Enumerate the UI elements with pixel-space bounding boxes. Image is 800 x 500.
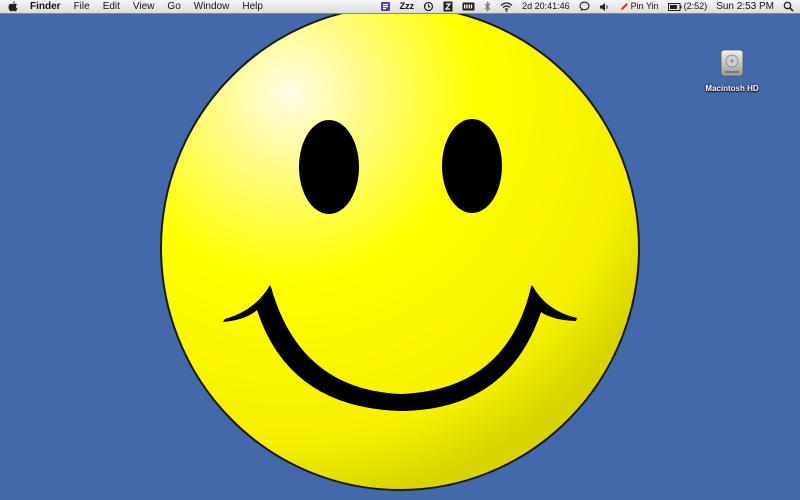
battery-strip-icon[interactable] [462, 2, 475, 11]
menu-go[interactable]: Go [167, 0, 180, 13]
menu-bar: Finder File Edit View Go Window Help Zzz [0, 0, 800, 14]
clock[interactable]: Sun 2:53 PM [716, 0, 774, 13]
menu-app-name[interactable]: Finder [30, 0, 61, 13]
left-eye [299, 120, 359, 214]
chat-icon[interactable] [579, 1, 590, 12]
uptime-label[interactable]: 2d 20:41:46 [522, 0, 570, 13]
desktop[interactable]: Finder File Edit View Go Window Help Zzz [0, 0, 800, 500]
spotlight-icon[interactable] [783, 1, 794, 12]
input-pencil-icon [619, 2, 628, 11]
menu-extra-icon[interactable] [380, 1, 391, 12]
desktop-icon-macintosh-hd[interactable]: Macintosh HD [700, 48, 764, 96]
sleep-icon[interactable]: Zzz [400, 0, 415, 13]
battery-menu[interactable]: (2:52) [667, 0, 708, 13]
apple-icon[interactable] [8, 1, 18, 12]
battery-icon [667, 2, 682, 11]
menu-file[interactable]: File [74, 0, 90, 13]
menu-edit[interactable]: Edit [103, 0, 120, 13]
smiley-wallpaper [160, 5, 640, 491]
battery-time: (2:52) [683, 1, 708, 11]
right-eye [442, 119, 502, 213]
volume-icon[interactable] [599, 2, 610, 12]
smiley-face [160, 5, 640, 491]
input-method-label: Pin Yin [630, 1, 659, 11]
time-machine-icon[interactable] [423, 1, 434, 12]
menu-view[interactable]: View [133, 0, 155, 13]
status-icon[interactable] [443, 1, 453, 12]
desktop-icon-label: Macintosh HD [705, 84, 759, 93]
hard-drive-icon [717, 48, 747, 78]
wifi-icon[interactable] [500, 1, 513, 12]
menu-window[interactable]: Window [194, 0, 230, 13]
input-method-menu[interactable]: Pin Yin [619, 0, 659, 13]
menu-help[interactable]: Help [242, 0, 263, 13]
bluetooth-icon[interactable] [484, 1, 491, 12]
